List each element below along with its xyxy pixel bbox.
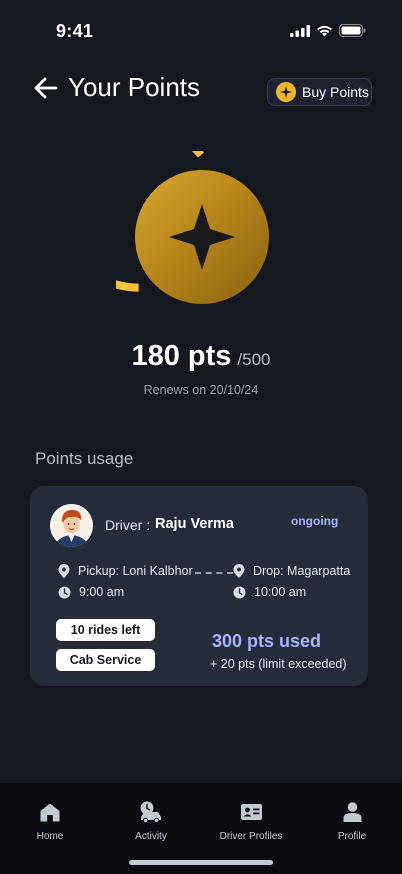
home-icon	[40, 803, 60, 821]
pickup-row: Pickup: Loni Kalbhor	[58, 564, 193, 578]
page-title: Your Points	[68, 72, 201, 102]
points-total: /500	[237, 350, 271, 369]
drop-row: Drop: Magarpatta	[233, 564, 350, 578]
location-pin-icon	[233, 564, 245, 578]
points-value: 180 pts	[131, 340, 232, 372]
tab-driver-profiles[interactable]: Driver Profiles	[201, 801, 301, 842]
arrow-left-icon	[34, 77, 58, 99]
status-icons	[290, 24, 366, 37]
tab-label: Driver Profiles	[219, 831, 283, 842]
pickup-time: 9:00 am	[79, 585, 125, 599]
id-card-icon	[240, 804, 262, 820]
points-extra: + 20 pts (limit exceeded)	[210, 657, 347, 671]
tab-label: Profile	[337, 831, 367, 842]
points-summary: 180 pts/500	[0, 340, 402, 373]
driver-name: Raju Verma	[155, 516, 234, 532]
pickup-time-row: 9:00 am	[58, 585, 124, 599]
buy-points-label: Buy Points	[302, 84, 369, 100]
activity-icon	[140, 801, 161, 823]
drop-time: 10:00 am	[254, 585, 307, 599]
tab-label: Home	[36, 831, 64, 842]
status-badge: ongoing	[291, 514, 339, 528]
buy-points-button[interactable]: Buy Points	[267, 78, 372, 106]
pickup-text: Pickup: Loni Kalbhor	[78, 564, 193, 578]
points-used: 300 pts used	[212, 631, 322, 651]
location-pin-icon	[58, 564, 70, 578]
renews-date: Renews on 20/10/24	[143, 383, 259, 397]
star-coin-icon	[276, 82, 296, 102]
drop-text: Drop: Magarpatta	[253, 564, 351, 578]
clock-icon	[58, 586, 71, 598]
signal-icon	[290, 24, 310, 37]
status-time: 9:41	[56, 21, 94, 41]
rides-left-badge: 10 rides left	[56, 619, 155, 641]
home-indicator	[129, 860, 273, 865]
route-divider	[195, 572, 233, 574]
usage-card[interactable]: Driver : Raju Verma ongoing Pickup: Loni…	[30, 486, 368, 686]
drop-time-row: 10:00 am	[233, 585, 306, 599]
clock-icon	[233, 586, 246, 598]
section-title: Points usage	[35, 449, 134, 468]
tab-profile[interactable]: Profile	[302, 801, 402, 842]
service-badge: Cab Service	[56, 649, 155, 671]
avatar	[50, 504, 93, 547]
tab-label: Activity	[135, 831, 167, 842]
back-button[interactable]	[32, 74, 60, 102]
wifi-icon	[317, 25, 332, 36]
points-progress-ring	[53, 121, 286, 321]
bottom-tab-bar: Home Activity Driver Profiles Profile	[0, 783, 402, 874]
tab-activity[interactable]: Activity	[101, 801, 201, 842]
tab-home[interactable]: Home	[0, 801, 100, 842]
driver-label: Driver :	[105, 517, 151, 533]
status-bar: 9:41	[0, 0, 402, 60]
battery-icon	[339, 24, 366, 37]
user-icon	[343, 802, 361, 822]
